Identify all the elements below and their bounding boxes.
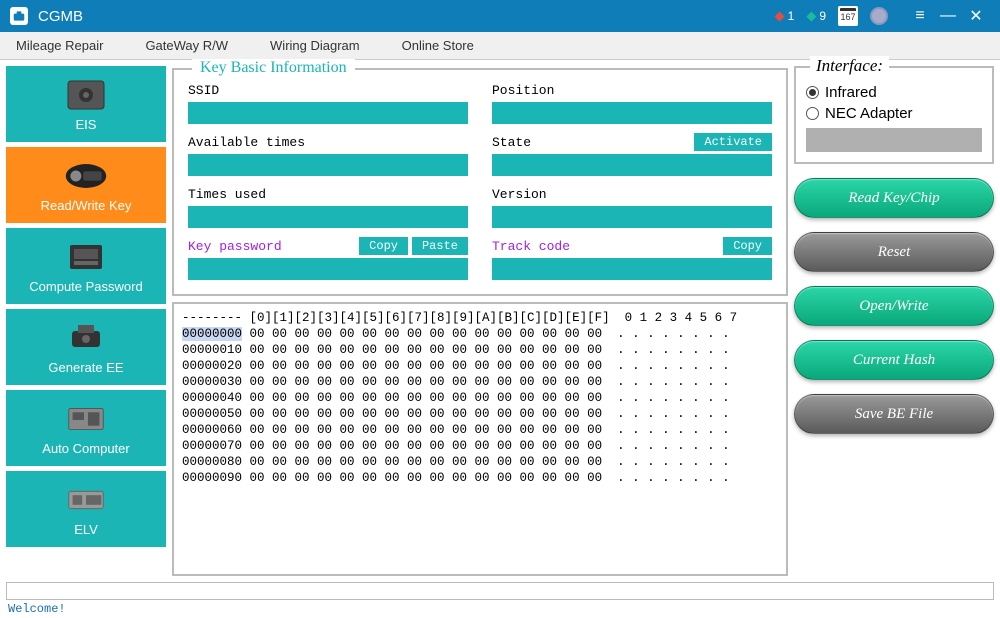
menu-wiring-diagram[interactable]: Wiring Diagram: [264, 34, 366, 57]
sidebar-item-generate-ee[interactable]: Generate EE: [6, 309, 166, 385]
state-label: State: [492, 135, 531, 150]
save-be-file-button[interactable]: Save BE File: [794, 394, 994, 434]
menu-online-store[interactable]: Online Store: [396, 34, 480, 57]
printer-icon: [63, 320, 109, 356]
menu-gateway-rw[interactable]: GateWay R/W: [139, 34, 234, 57]
green-count: 9: [819, 9, 826, 23]
ssid-label: SSID: [188, 83, 219, 98]
elv-icon: [63, 482, 109, 518]
footer-message: Welcome!: [0, 600, 1000, 618]
times-used-label: Times used: [188, 187, 266, 202]
sidebar-item-label: EIS: [76, 117, 97, 132]
paste-password-button[interactable]: Paste: [412, 237, 468, 255]
read-key-chip-button[interactable]: Read Key/Chip: [794, 178, 994, 218]
current-hash-button[interactable]: Current Hash: [794, 340, 994, 380]
sidebar-item-read-write-key[interactable]: Read/Write Key: [6, 147, 166, 223]
sidebar-item-eis[interactable]: EIS: [6, 66, 166, 142]
menu-mileage-repair[interactable]: Mileage Repair: [10, 34, 109, 57]
times-used-input[interactable]: [188, 206, 468, 228]
activate-button[interactable]: Activate: [694, 133, 772, 151]
sidebar: EIS Read/Write Key Compute Password Gene…: [6, 66, 166, 576]
key-password-label: Key password: [188, 239, 282, 254]
ssid-input[interactable]: [188, 102, 468, 124]
track-code-label: Track code: [492, 239, 570, 254]
sidebar-item-label: Read/Write Key: [41, 198, 132, 213]
calendar-icon: 167: [838, 6, 858, 26]
radio-icon: [806, 107, 819, 120]
position-input[interactable]: [492, 102, 772, 124]
password-icon: [63, 239, 109, 275]
titlebar-stats: ◆1 ◆9 167: [775, 6, 896, 26]
medal-icon: [870, 7, 888, 25]
sidebar-item-label: Compute Password: [29, 279, 142, 294]
interface-value-display: [806, 128, 982, 152]
close-button[interactable]: ✕: [962, 2, 990, 30]
titlebar: CGMB ◆1 ◆9 167 ≡ — ✕: [0, 0, 1000, 32]
reset-button[interactable]: Reset: [794, 232, 994, 272]
copy-password-button[interactable]: Copy: [359, 237, 408, 255]
sidebar-item-auto-computer[interactable]: Auto Computer: [6, 390, 166, 466]
key-basic-info-panel: Key Basic Information SSID Position Avai…: [172, 68, 788, 296]
available-times-label: Available times: [188, 135, 305, 150]
radio-infrared[interactable]: Infrared: [806, 84, 982, 101]
sidebar-item-compute-password[interactable]: Compute Password: [6, 228, 166, 304]
panel-title: Key Basic Information: [192, 59, 355, 77]
sidebar-item-label: Auto Computer: [42, 441, 129, 456]
available-times-input[interactable]: [188, 154, 468, 176]
sidebar-item-label: ELV: [74, 522, 98, 537]
interface-title: Interface:: [810, 56, 889, 76]
red-count: 1: [788, 9, 795, 23]
app-title: CGMB: [38, 8, 83, 25]
position-label: Position: [492, 83, 554, 98]
key-icon: [63, 158, 109, 194]
diamond-green-icon: ◆: [806, 8, 816, 24]
sidebar-item-elv[interactable]: ELV: [6, 471, 166, 547]
diamond-red-icon: ◆: [775, 8, 785, 24]
copy-track-button[interactable]: Copy: [723, 237, 772, 255]
eis-icon: [63, 77, 109, 113]
open-write-button[interactable]: Open/Write: [794, 286, 994, 326]
menu-button[interactable]: ≡: [906, 2, 934, 30]
key-password-input[interactable]: [188, 258, 468, 280]
status-bar: [6, 582, 994, 600]
hex-viewer[interactable]: -------- [0][1][2][3][4][5][6][7][8][9][…: [172, 302, 788, 576]
version-input[interactable]: [492, 206, 772, 228]
interface-panel: Interface: Infrared NEC Adapter: [794, 66, 994, 164]
sidebar-item-label: Generate EE: [48, 360, 123, 375]
ecu-icon: [63, 401, 109, 437]
version-label: Version: [492, 187, 547, 202]
radio-icon: [806, 86, 819, 99]
minimize-button[interactable]: —: [934, 2, 962, 30]
app-icon: [10, 7, 28, 25]
state-input[interactable]: [492, 154, 772, 176]
track-code-input[interactable]: [492, 258, 772, 280]
radio-nec-adapter[interactable]: NEC Adapter: [806, 105, 982, 122]
